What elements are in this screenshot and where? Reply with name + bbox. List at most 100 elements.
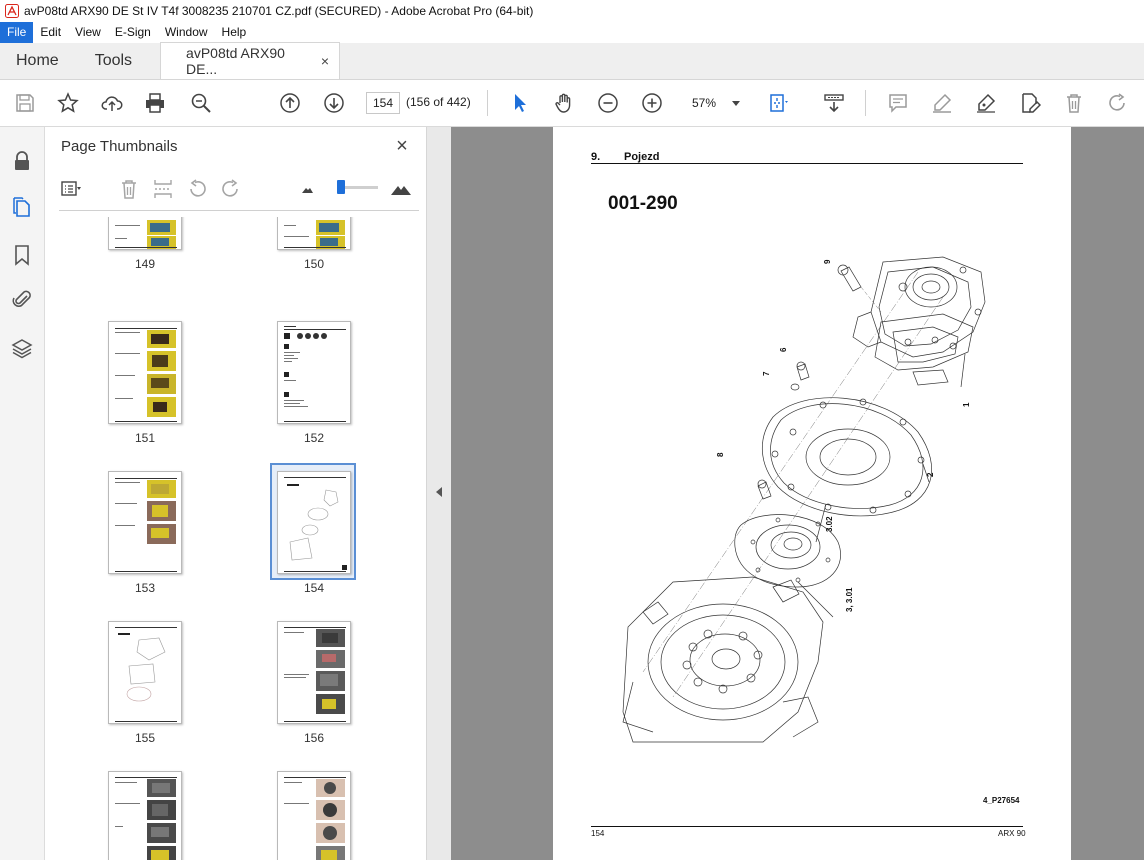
close-icon[interactable]: × xyxy=(392,136,412,156)
slider-knob[interactable] xyxy=(337,180,345,194)
panel-title: Page Thumbnails xyxy=(61,138,178,155)
page-thumbnails-icon[interactable] xyxy=(10,195,34,219)
callout-9: 9 xyxy=(823,259,832,264)
main-toolbar: 154 (156 of 442) 57% xyxy=(0,80,1144,127)
small-mountain-icon[interactable] xyxy=(295,177,319,201)
thumbnail-toolbar xyxy=(59,174,419,206)
toolbar-divider xyxy=(487,90,488,116)
thumbnail-size-slider[interactable] xyxy=(337,180,378,194)
zoom-in-icon[interactable] xyxy=(640,91,664,115)
upload-cloud-icon[interactable] xyxy=(100,91,124,115)
thumbnail-label: 151 xyxy=(134,431,156,445)
header-rule xyxy=(591,163,1023,164)
thumbnail-page-156[interactable] xyxy=(277,621,351,724)
lock-icon[interactable] xyxy=(10,149,34,173)
scroll-mode-icon[interactable] xyxy=(822,91,846,115)
menu-view[interactable]: View xyxy=(68,22,108,43)
tab-home[interactable]: Home xyxy=(0,42,75,79)
panel-divider xyxy=(59,210,419,211)
thumbnail-page-157[interactable] xyxy=(108,771,182,860)
thumbnail-page-158[interactable] xyxy=(277,771,351,860)
thumbnail-page-154[interactable] xyxy=(277,471,351,574)
delete-page-icon[interactable] xyxy=(117,177,141,201)
callout-3-02: 3.02 xyxy=(825,516,834,532)
thumbnail-page-152[interactable] xyxy=(277,321,351,424)
footer-rule xyxy=(591,826,1023,827)
callout-3-3-01: 3, 3.01 xyxy=(845,587,854,612)
thumbnail-label: 155 xyxy=(134,731,156,745)
thumbnail-label: 149 xyxy=(134,257,156,271)
figure-code: 4_P27654 xyxy=(983,796,1020,805)
thumbnail-label: 156 xyxy=(303,731,325,745)
thumbnails-panel: Page Thumbnails × 149 150 151 152 153 15… xyxy=(45,127,469,860)
thumbnail-page-149[interactable] xyxy=(108,217,182,250)
hand-tool-icon[interactable] xyxy=(552,91,576,115)
chevron-down-icon xyxy=(732,101,740,106)
rotate-left-icon[interactable] xyxy=(185,177,209,201)
sign-pen-icon[interactable] xyxy=(974,91,998,115)
thumbnail-label: 153 xyxy=(134,581,156,595)
exploded-drawing: 9 6 7 1 8 2 3.02 3, 3.01 xyxy=(622,256,986,743)
acrobat-icon xyxy=(5,4,19,18)
collapse-arrow-icon xyxy=(436,487,442,497)
menu-help[interactable]: Help xyxy=(215,22,254,43)
delete-icon[interactable] xyxy=(1062,91,1086,115)
thumbnail-page-150[interactable] xyxy=(277,217,351,250)
comment-icon[interactable] xyxy=(886,91,910,115)
menu-file[interactable]: File xyxy=(0,22,34,43)
document-page: 9. Pojezd 001-290 9 6 7 1 8 2 3.02 3, 3.… xyxy=(553,127,1071,860)
thumbnail-label: 152 xyxy=(303,431,325,445)
figure-title: 001-290 xyxy=(608,193,678,214)
page-number-input[interactable]: 154 xyxy=(366,92,400,114)
zoom-level-value: 57% xyxy=(692,96,717,110)
redo-icon[interactable] xyxy=(1106,91,1130,115)
page-count: (156 of 442) xyxy=(406,95,471,109)
rotate-right-icon[interactable] xyxy=(219,177,243,201)
thumbnail-list: 149 150 151 152 153 154 155 156 xyxy=(55,217,411,860)
fit-page-icon[interactable] xyxy=(766,91,790,115)
callout-8: 8 xyxy=(716,452,725,457)
bookmark-icon[interactable] xyxy=(10,243,34,267)
edit-document-icon[interactable] xyxy=(1018,91,1042,115)
tab-bar: Home Tools avP08td ARX90 DE... × xyxy=(0,42,1144,80)
next-page-icon[interactable] xyxy=(322,91,346,115)
panel-collapse-handle[interactable] xyxy=(427,127,451,860)
save-icon[interactable] xyxy=(13,91,37,115)
large-mountain-icon[interactable] xyxy=(389,177,413,201)
document-viewer[interactable]: 9. Pojezd 001-290 9 6 7 1 8 2 3.02 3, 3.… xyxy=(451,127,1144,860)
attachment-icon[interactable] xyxy=(10,287,34,311)
print-icon[interactable] xyxy=(143,91,167,115)
callout-2: 2 xyxy=(926,472,935,477)
menu-bar: File Edit View E-Sign Window Help xyxy=(0,22,1144,43)
thumbnail-label: 150 xyxy=(303,257,325,271)
star-icon[interactable] xyxy=(56,91,80,115)
left-rail xyxy=(0,127,45,860)
layers-icon[interactable] xyxy=(10,336,34,360)
tab-document[interactable]: avP08td ARX90 DE... × xyxy=(160,42,341,79)
options-menu-icon[interactable] xyxy=(59,177,83,201)
zoom-out-icon[interactable] xyxy=(596,91,620,115)
previous-page-icon[interactable] xyxy=(278,91,302,115)
select-cursor-icon[interactable] xyxy=(508,91,532,115)
tab-document-label: avP08td ARX90 DE... xyxy=(186,45,285,77)
menu-window[interactable]: Window xyxy=(158,22,215,43)
title-bar: avP08td ARX90 DE St IV T4f 3008235 21070… xyxy=(0,0,1144,22)
callout-1: 1 xyxy=(962,402,971,407)
extract-page-icon[interactable] xyxy=(151,177,175,201)
thumbnail-page-153[interactable] xyxy=(108,471,182,574)
callout-6: 6 xyxy=(779,347,788,352)
tab-tools[interactable]: Tools xyxy=(75,42,148,79)
thumbnail-label: 154 xyxy=(303,581,325,595)
callout-7: 7 xyxy=(762,371,771,376)
thumbnail-page-151[interactable] xyxy=(108,321,182,424)
footer-page-number: 154 xyxy=(591,829,605,838)
tab-close-icon[interactable]: × xyxy=(321,53,329,69)
section-title: Pojezd xyxy=(624,151,660,163)
highlight-pen-icon[interactable] xyxy=(930,91,954,115)
zoom-level-select[interactable]: 57% xyxy=(684,92,746,114)
menu-edit[interactable]: Edit xyxy=(33,22,68,43)
section-number: 9. xyxy=(591,151,601,163)
zoom-search-icon[interactable] xyxy=(189,91,213,115)
thumbnail-page-155[interactable] xyxy=(108,621,182,724)
menu-esign[interactable]: E-Sign xyxy=(108,22,158,43)
